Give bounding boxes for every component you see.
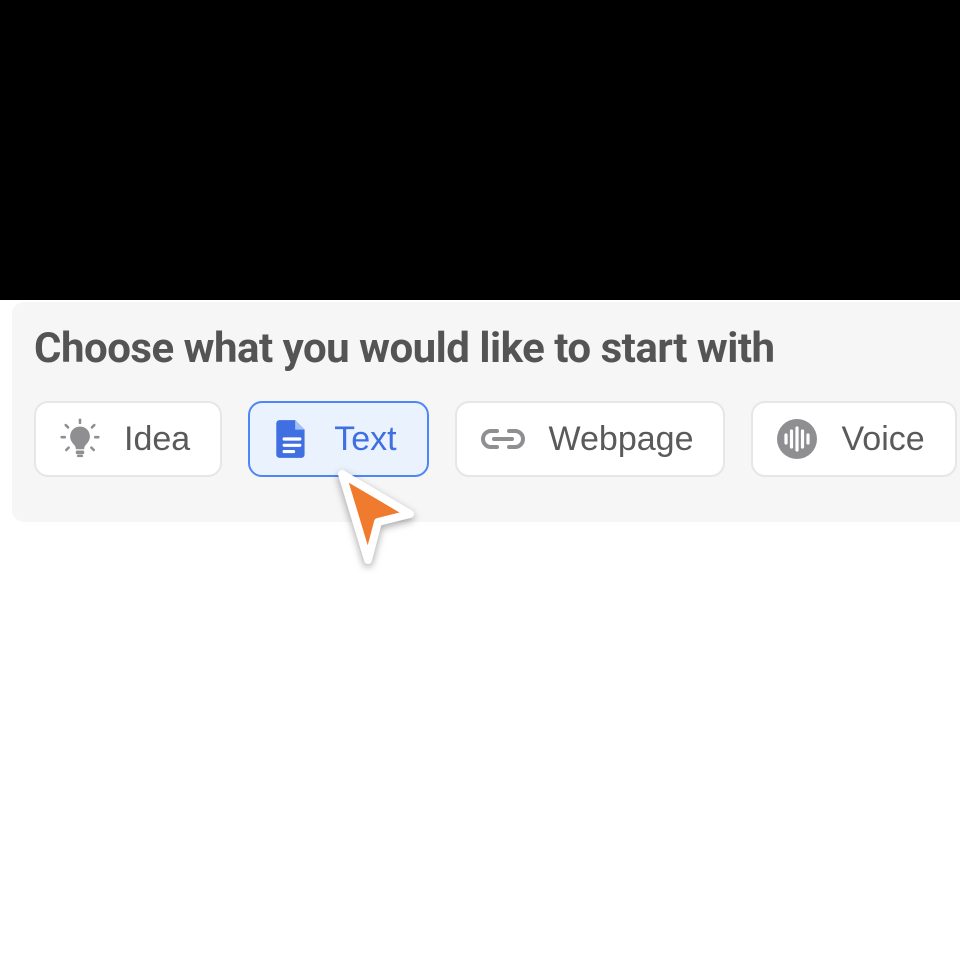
lightbulb-icon — [58, 417, 102, 461]
option-label: Idea — [124, 420, 190, 459]
option-webpage[interactable]: Webpage — [455, 401, 726, 477]
start-with-panel: Choose what you would like to start with — [12, 302, 960, 522]
top-black-region — [0, 0, 960, 300]
option-label: Voice — [841, 420, 924, 459]
option-label: Webpage — [549, 420, 694, 459]
option-voice[interactable]: Voice — [751, 401, 956, 477]
audio-icon — [775, 417, 819, 461]
option-label: Text — [334, 420, 396, 459]
link-icon — [479, 424, 527, 454]
option-text[interactable]: Text — [248, 401, 428, 477]
options-row: Idea Text — [34, 401, 960, 477]
panel-heading: Choose what you would like to start with — [34, 324, 960, 373]
document-icon — [272, 417, 312, 461]
option-idea[interactable]: Idea — [34, 401, 222, 477]
